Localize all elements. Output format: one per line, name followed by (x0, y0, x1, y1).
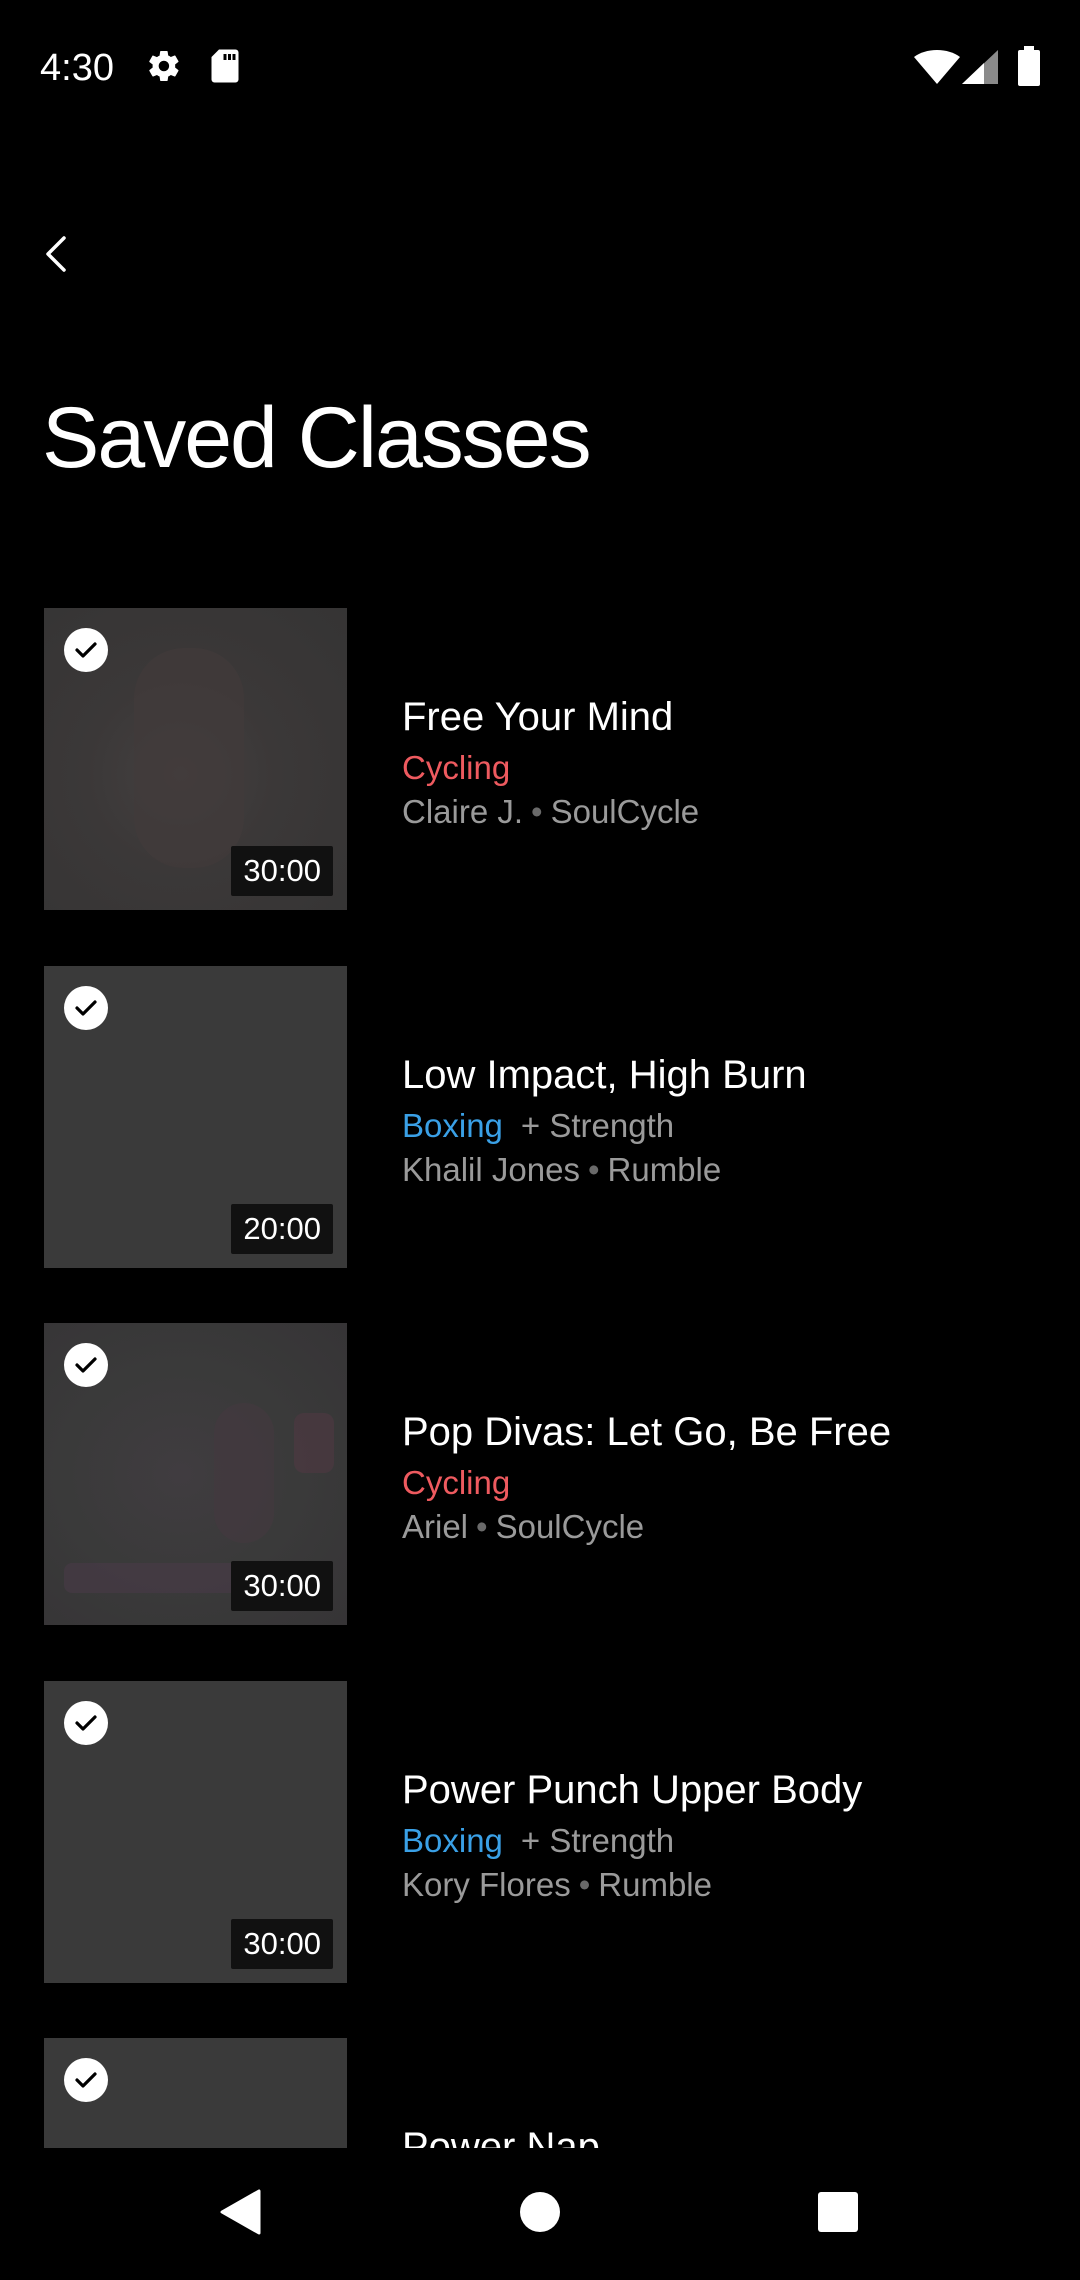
class-list-item[interactable]: 30:00 Pop Divas: Let Go, Be Free Cycling… (44, 1323, 1044, 1625)
instructor-name: Kory Flores (402, 1866, 571, 1903)
class-info: Free Your Mind Cycling Claire J. • SoulCyc… (402, 690, 1042, 834)
class-instructor-studio: Claire J. • SoulCycle (402, 793, 700, 830)
class-instructor-studio: Khalil Jones • Rumble (402, 1151, 722, 1188)
class-thumbnail: 20:00 (44, 966, 347, 1268)
class-title: Free Your Mind (402, 695, 674, 739)
studio-name: Rumble (607, 1151, 722, 1188)
saved-check-icon[interactable] (64, 1343, 108, 1387)
saved-check-icon[interactable] (64, 986, 108, 1030)
nav-home-button[interactable] (504, 2178, 576, 2250)
class-thumbnail: 30:00 (44, 1681, 347, 1983)
class-info: Low Impact, High Burn Boxing + Strength K… (402, 1048, 1042, 1192)
studio-name: SoulCycle (495, 1508, 645, 1545)
class-list-item[interactable]: 20:00 Low Impact, High Burn Boxing + Stre… (44, 966, 1044, 1268)
class-info: Power Nap (402, 2120, 1042, 2148)
saved-check-icon[interactable] (64, 628, 108, 672)
instructor-name: Ariel (402, 1508, 469, 1545)
back-button[interactable] (22, 222, 90, 290)
class-info: Pop Divas: Let Go, Be Free Cycling Ariel… (402, 1405, 1042, 1549)
saved-classes-list[interactable]: 30:00 Free Your Mind Cycling Claire J. • S… (0, 608, 1080, 2148)
discipline-label: Cycling (402, 1464, 511, 1501)
sd-card-icon (210, 48, 240, 89)
extra-discipline-label: + Strength (520, 1822, 675, 1859)
instructor-name: Khalil Jones (402, 1151, 580, 1188)
class-title: Power Punch Upper Body (402, 1768, 863, 1812)
duration-badge: 30:00 (231, 1561, 333, 1611)
page-title: Saved Classes (42, 390, 592, 486)
class-thumbnail: 30:00 (44, 608, 347, 910)
class-list-item[interactable]: 30:00 Free Your Mind Cycling Claire J. • S… (44, 608, 1044, 910)
gear-icon (146, 48, 182, 89)
battery-icon (1018, 46, 1040, 91)
status-bar: 4:30 (0, 0, 1080, 136)
class-instructor-studio: Ariel • SoulCycle (402, 1508, 645, 1545)
home-circle-icon (519, 2191, 561, 2238)
class-instructor-studio: Kory Flores • Rumble (402, 1866, 712, 1903)
class-discipline: Boxing + Strength (402, 1104, 1042, 1148)
status-time: 4:30 (40, 47, 114, 89)
saved-check-icon[interactable] (64, 1701, 108, 1745)
class-title: Low Impact, High Burn (402, 1053, 807, 1097)
studio-name: Rumble (598, 1866, 712, 1903)
class-discipline: Boxing + Strength (402, 1819, 1042, 1863)
instructor-name: Claire J. (402, 793, 524, 830)
class-discipline: Cycling (402, 746, 1042, 790)
duration-badge: 30:00 (231, 846, 333, 896)
nav-recents-button[interactable] (802, 2178, 874, 2250)
wifi-icon (914, 50, 960, 89)
cellular-signal-icon (962, 50, 998, 89)
nav-back-button[interactable] (204, 2178, 276, 2250)
class-list-item[interactable]: 30:00 Power Punch Upper Body Boxing + Str… (44, 1681, 1044, 1983)
studio-name: SoulCycle (550, 793, 700, 830)
saved-check-icon[interactable] (64, 2058, 108, 2102)
class-list-item[interactable]: Power Nap (44, 2038, 1044, 2148)
recents-square-icon (817, 2191, 859, 2238)
discipline-label: Boxing (402, 1107, 503, 1144)
class-title: Power Nap (402, 2125, 600, 2148)
discipline-label: Cycling (402, 749, 511, 786)
back-triangle-icon (219, 2189, 261, 2240)
duration-badge: 20:00 (231, 1204, 333, 1254)
class-discipline: Cycling (402, 1461, 1042, 1505)
duration-badge: 30:00 (231, 1919, 333, 1969)
chevron-left-icon (44, 235, 68, 278)
class-thumbnail: 30:00 (44, 1323, 347, 1625)
class-info: Power Punch Upper Body Boxing + Strength … (402, 1763, 1042, 1907)
discipline-label: Boxing (402, 1822, 503, 1859)
system-nav-bar (0, 2148, 1080, 2280)
class-thumbnail (44, 2038, 347, 2148)
extra-discipline-label: + Strength (520, 1107, 675, 1144)
class-title: Pop Divas: Let Go, Be Free (402, 1410, 892, 1454)
